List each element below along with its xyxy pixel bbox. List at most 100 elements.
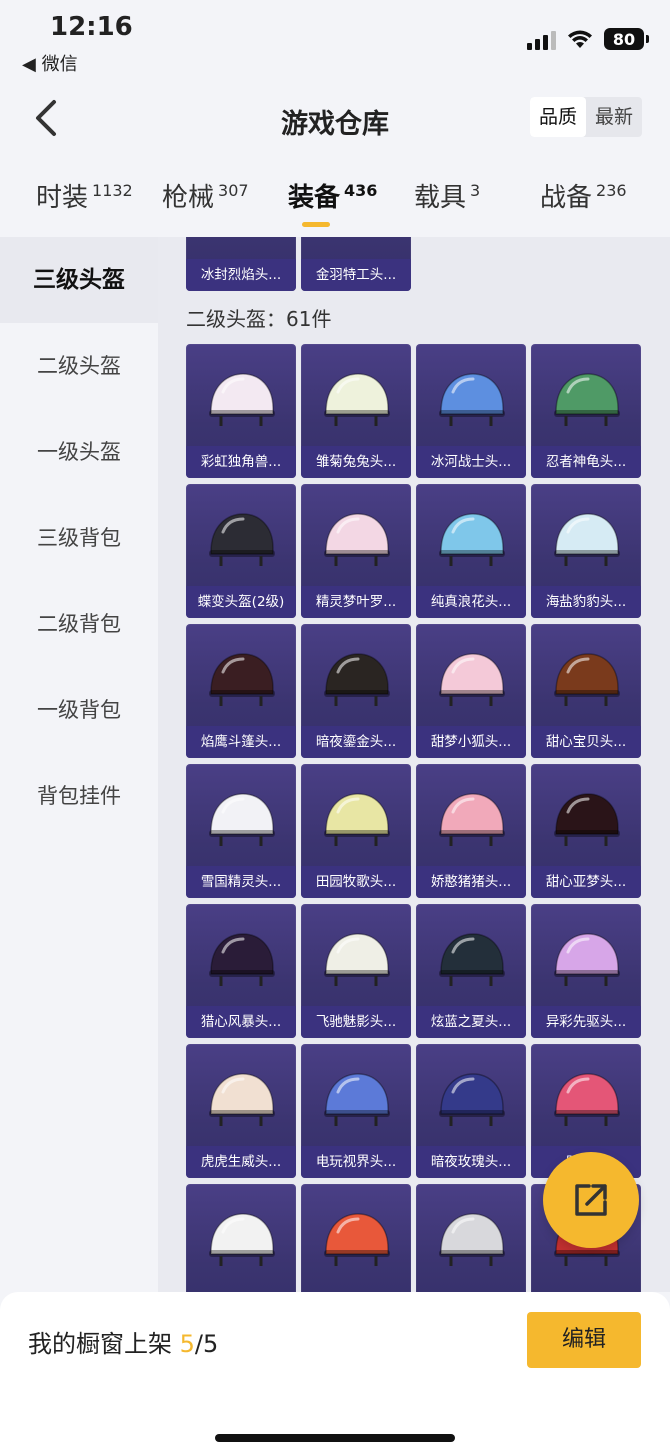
item-label: 纯真浪花头... <box>416 586 526 618</box>
helmet-icon <box>209 373 275 426</box>
item-label: 雪国精灵头... <box>186 866 296 898</box>
helmet-icon <box>324 1213 390 1266</box>
home-indicator <box>215 1434 455 1442</box>
tab-fashion[interactable]: 时装 1132 <box>36 177 133 214</box>
status-time: 12:16 <box>50 12 133 42</box>
helmet-icon <box>209 1073 275 1126</box>
helmet-icon <box>554 513 620 566</box>
app-header: 游戏仓库 品质 最新 <box>0 80 670 160</box>
helmet-icon <box>324 1073 390 1126</box>
item-card[interactable]: 娇憨猪猪头... <box>416 764 526 898</box>
helmet-icon <box>209 793 275 846</box>
sidebar-item-level1-backpack[interactable]: 一级背包 <box>0 667 158 753</box>
sort-latest-button[interactable]: 最新 <box>586 97 642 137</box>
item-card[interactable]: 精灵梦叶罗... <box>301 484 411 618</box>
helmet-icon <box>554 793 620 846</box>
item-card[interactable]: 飞驰魅影头... <box>301 904 411 1038</box>
item-label: 暗夜鎏金头... <box>301 726 411 758</box>
sidebar: 三级头盔 二级头盔 一级头盔 三级背包 二级背包 一级背包 背包挂件 <box>0 237 158 1292</box>
item-card[interactable]: 电玩视界头... <box>301 1044 411 1178</box>
helmet-icon <box>439 793 505 846</box>
item-label: 飞驰魅影头... <box>301 1006 411 1038</box>
item-card[interactable]: 冰封烈焰头... <box>186 237 296 291</box>
sort-toggle: 品质 最新 <box>529 97 642 137</box>
item-grid-area: 冰封烈焰头... 金羽特工头... 二级头盔：61件 彩虹独角兽... 雏菊兔兔头… <box>158 237 670 1292</box>
item-card[interactable] <box>301 1184 411 1292</box>
item-label: 冰河战士头... <box>416 446 526 478</box>
item-card[interactable]: 异彩先驱头... <box>531 904 641 1038</box>
item-card[interactable]: 虎虎生威头... <box>186 1044 296 1178</box>
helmet-icon <box>324 793 390 846</box>
helmet-icon <box>209 513 275 566</box>
item-card[interactable]: 蝶变头盔(2级) <box>186 484 296 618</box>
wifi-icon <box>568 30 592 48</box>
item-card[interactable]: 暗夜鎏金头... <box>301 624 411 758</box>
item-card[interactable]: 海盐豹豹头... <box>531 484 641 618</box>
item-label: 甜梦小狐头... <box>416 726 526 758</box>
item-label: 冰封烈焰头... <box>186 259 296 291</box>
item-card[interactable]: 忍者神龟头... <box>531 344 641 478</box>
item-card[interactable]: 甜梦小狐头... <box>416 624 526 758</box>
helmet-icon <box>554 933 620 986</box>
helmet-icon <box>554 1073 620 1126</box>
item-card[interactable]: 甜心宝贝头... <box>531 624 641 758</box>
item-label: 田园牧歌头... <box>301 866 411 898</box>
item-label: 娇憨猪猪头... <box>416 866 526 898</box>
helmet-icon <box>439 1213 505 1266</box>
tab-supplies[interactable]: 战备 236 <box>540 177 627 214</box>
helmet-icon <box>324 373 390 426</box>
sidebar-item-level2-helmet[interactable]: 二级头盔 <box>0 323 158 409</box>
item-card[interactable]: 田园牧歌头... <box>301 764 411 898</box>
battery-icon: 80 <box>604 28 649 50</box>
helmet-icon <box>209 1213 275 1266</box>
item-card[interactable] <box>186 1184 296 1292</box>
helmet-icon <box>324 653 390 706</box>
item-card[interactable]: 纯真浪花头... <box>416 484 526 618</box>
tab-equipment[interactable]: 装备 436 <box>288 177 377 214</box>
share-icon <box>575 1184 607 1216</box>
item-card[interactable]: 焰鹰斗篷头... <box>186 624 296 758</box>
helmet-icon <box>554 653 620 706</box>
cellular-signal-icon <box>527 28 556 50</box>
sidebar-item-backpack-pendant[interactable]: 背包挂件 <box>0 753 158 839</box>
item-label: 忍者神龟头... <box>531 446 641 478</box>
item-card[interactable]: 猎心风暴头... <box>186 904 296 1038</box>
category-tabs: 时装 1132 枪械 307 装备 436 载具 3 战备 236 <box>0 165 670 235</box>
sidebar-item-level3-backpack[interactable]: 三级背包 <box>0 495 158 581</box>
item-card[interactable]: 雏菊兔兔头... <box>301 344 411 478</box>
tab-firearms[interactable]: 枪械 307 <box>162 177 249 214</box>
item-label: 海盐豹豹头... <box>531 586 641 618</box>
item-card[interactable]: 冰河战士头... <box>416 344 526 478</box>
tab-vehicles[interactable]: 载具 3 <box>414 177 480 214</box>
status-bar: 12:16 ◀ 微信 80 <box>0 0 670 80</box>
item-card[interactable]: 甜心亚梦头... <box>531 764 641 898</box>
item-label: 焰鹰斗篷头... <box>186 726 296 758</box>
helmet-icon <box>439 1073 505 1126</box>
item-label: 电玩视界头... <box>301 1146 411 1178</box>
item-label: 猎心风暴头... <box>186 1006 296 1038</box>
bottom-bar: 我的橱窗上架 5/5 编辑 <box>0 1292 670 1451</box>
edit-button[interactable]: 编辑 <box>527 1312 641 1368</box>
item-card[interactable] <box>416 1184 526 1292</box>
helmet-icon <box>439 653 505 706</box>
item-card[interactable]: 炫蓝之夏头... <box>416 904 526 1038</box>
item-label: 雏菊兔兔头... <box>301 446 411 478</box>
sidebar-item-level3-helmet[interactable]: 三级头盔 <box>0 237 158 323</box>
item-card[interactable]: 彩虹独角兽... <box>186 344 296 478</box>
item-label: 炫蓝之夏头... <box>416 1006 526 1038</box>
sidebar-item-level1-helmet[interactable]: 一级头盔 <box>0 409 158 495</box>
item-label: 甜心亚梦头... <box>531 866 641 898</box>
helmet-icon <box>554 373 620 426</box>
sort-quality-button[interactable]: 品质 <box>529 97 586 137</box>
item-card[interactable]: 雪国精灵头... <box>186 764 296 898</box>
item-card[interactable]: 金羽特工头... <box>301 237 411 291</box>
item-card[interactable]: 暗夜玫瑰头... <box>416 1044 526 1178</box>
sidebar-item-level2-backpack[interactable]: 二级背包 <box>0 581 158 667</box>
back-to-wechat-link[interactable]: ◀ 微信 <box>22 50 78 76</box>
share-fab[interactable] <box>543 1152 639 1248</box>
item-label: 彩虹独角兽... <box>186 446 296 478</box>
showcase-status: 我的橱窗上架 5/5 <box>28 1330 219 1358</box>
helmet-icon <box>209 933 275 986</box>
item-label: 异彩先驱头... <box>531 1006 641 1038</box>
item-label: 虎虎生威头... <box>186 1146 296 1178</box>
